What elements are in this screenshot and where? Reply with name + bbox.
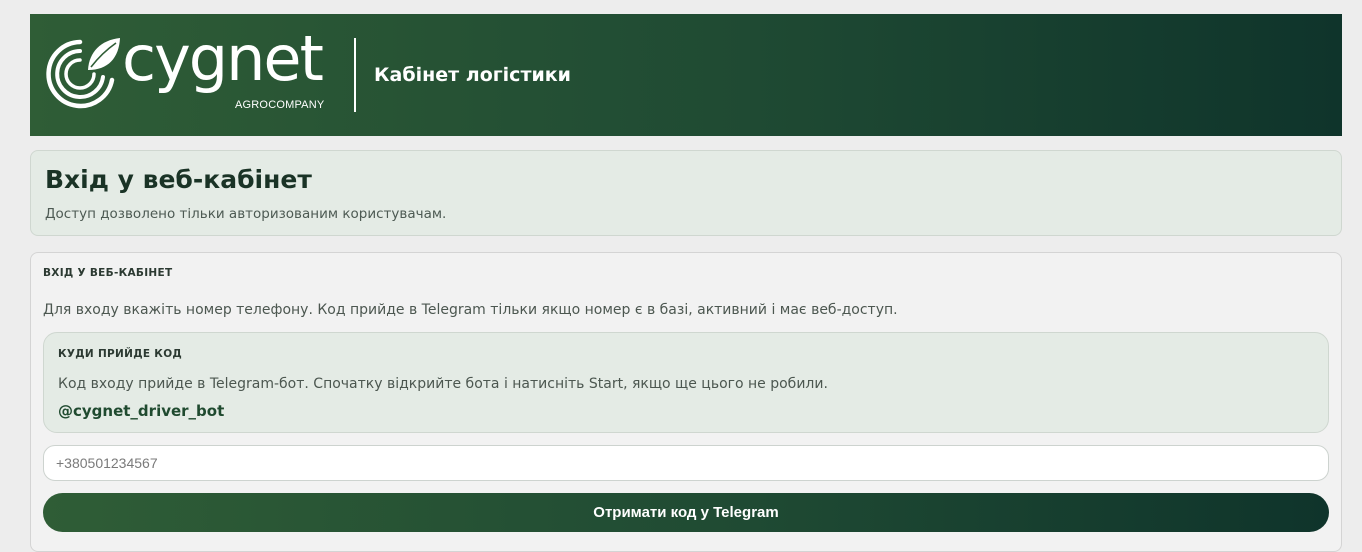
- logo-wordmark: cygnet: [122, 22, 324, 95]
- cygnet-logo[interactable]: cygnet AGROCOMPANY: [46, 28, 346, 118]
- logo-subtitle: AGROCOMPANY: [235, 99, 325, 111]
- login-instructions: Для входу вкажіть номер телефону. Код пр…: [43, 302, 898, 318]
- bot-info-description: Код входу прийде в Telegram-бот. Спочатк…: [58, 376, 828, 392]
- phone-input[interactable]: [43, 445, 1329, 481]
- login-card-title: ВХІД У ВЕБ-КАБІНЕТ: [43, 267, 173, 279]
- page-subtitle: Доступ дозволено тільки авторизованим ко…: [45, 206, 447, 222]
- telegram-bot-info: КУДИ ПРИЙДЕ КОД Код входу прийде в Teleg…: [43, 332, 1329, 433]
- get-telegram-code-button[interactable]: Отримати код у Telegram: [43, 493, 1329, 532]
- app-header: cygnet AGROCOMPANY Кабінет логістики: [30, 14, 1342, 136]
- telegram-bot-handle[interactable]: @cygnet_driver_bot: [58, 402, 224, 420]
- header-divider: [354, 38, 356, 112]
- page-title: Вхід у веб-кабінет: [45, 165, 312, 194]
- header-title: Кабінет логістики: [374, 64, 571, 86]
- bot-info-title: КУДИ ПРИЙДЕ КОД: [58, 348, 183, 360]
- intro-panel: Вхід у веб-кабінет Доступ дозволено тіль…: [30, 150, 1342, 236]
- login-card: ВХІД У ВЕБ-КАБІНЕТ Для входу вкажіть ном…: [30, 252, 1342, 552]
- leaf-logo-icon: [46, 38, 120, 109]
